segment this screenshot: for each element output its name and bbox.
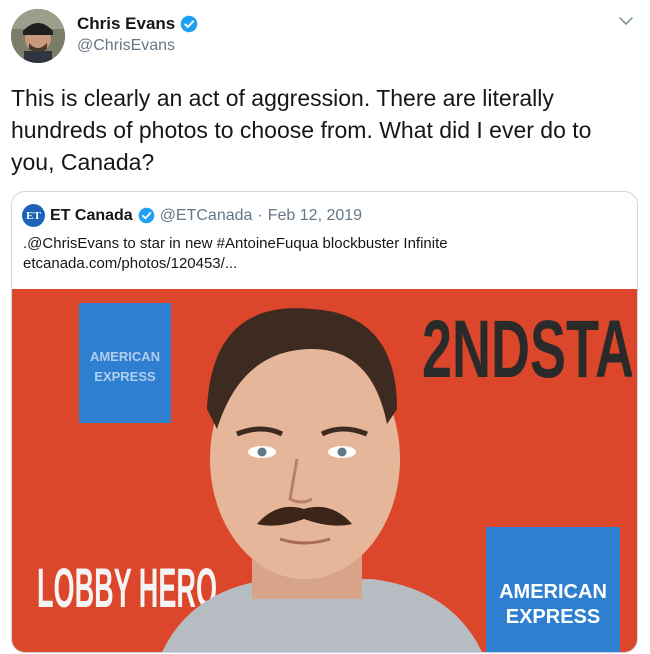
banner-text-left: LOBBY HERO: [37, 556, 217, 619]
amex-logo-left: AMERICAN EXPRESS: [79, 303, 171, 423]
author-handle[interactable]: @ChrisEvans: [77, 37, 175, 55]
quoted-tweet-photo[interactable]: AMERICAN EXPRESS 2NDSTA LOBBY HERO AMERI…: [12, 289, 637, 652]
amex-right-line2: EXPRESS: [506, 606, 600, 628]
avatar-image: [11, 9, 65, 63]
author-avatar[interactable]: [11, 9, 65, 63]
amex-logo-right: AMERICAN EXPRESS: [486, 527, 620, 652]
et-canada-logo-icon[interactable]: ET: [22, 204, 45, 227]
quoted-author-name[interactable]: ET Canada: [50, 207, 133, 225]
amex-left-line1: AMERICAN: [90, 349, 160, 364]
author-name[interactable]: Chris Evans: [77, 14, 175, 34]
quoted-tweet-text: .@ChrisEvans to star in new #AntoineFuqu…: [23, 234, 623, 274]
quoted-tweet-date[interactable]: Feb 12, 2019: [268, 207, 362, 225]
tweet-text: This is clearly an act of aggression. Th…: [11, 85, 592, 175]
banner-text-top-right: 2NDSTA: [422, 304, 634, 395]
quoted-tweet-card[interactable]: ET ET Canada @ETCanada · Feb 12, 2019 .@…: [11, 191, 638, 653]
amex-right-line1: AMERICAN: [499, 581, 607, 603]
quoted-tweet-header: ET ET Canada @ETCanada · Feb 12, 2019: [22, 204, 362, 227]
chevron-down-icon[interactable]: [617, 14, 635, 28]
photo-scene: AMERICAN EXPRESS 2NDSTA LOBBY HERO AMERI…: [12, 289, 637, 652]
verified-badge-icon: [181, 15, 198, 33]
header-separator: ·: [257, 206, 263, 224]
amex-left-line2: EXPRESS: [94, 369, 156, 384]
et-logo-text: ET: [26, 209, 41, 222]
quoted-author-handle[interactable]: @ETCanada: [160, 207, 253, 225]
verified-badge-icon: [138, 207, 154, 224]
quoted-tweet-text-line1: .@ChrisEvans to star in new #AntoineFuqu…: [23, 235, 448, 252]
quoted-tweet-link[interactable]: etcanada.com/photos/120453/...: [23, 255, 237, 272]
author-name-row[interactable]: Chris Evans: [77, 14, 198, 34]
